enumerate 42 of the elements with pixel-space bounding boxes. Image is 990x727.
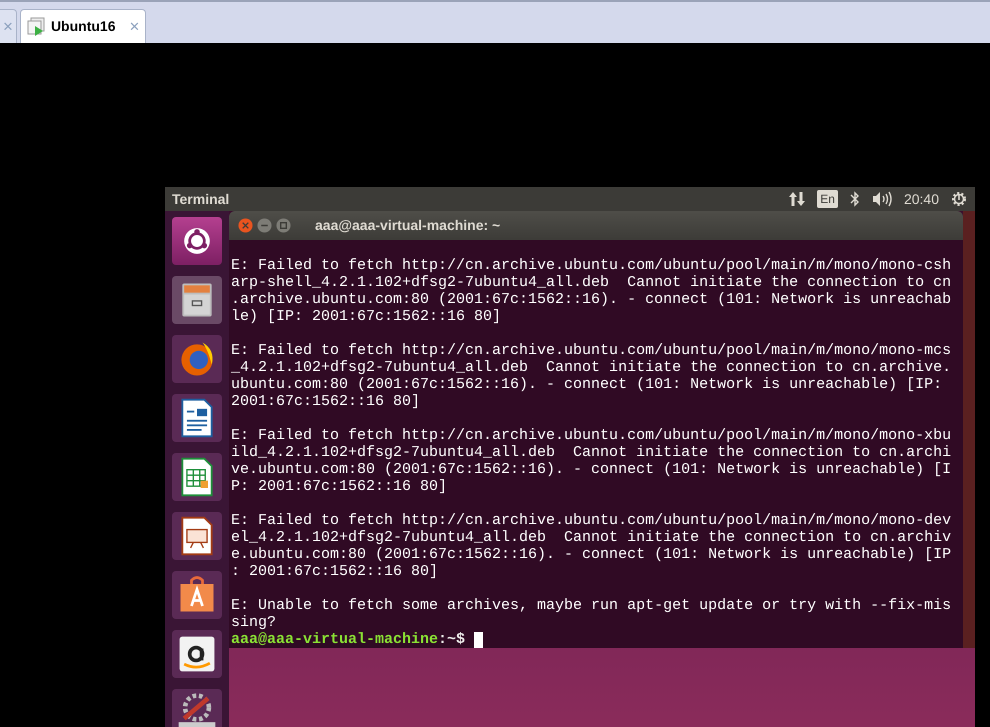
launcher-item[interactable] bbox=[172, 630, 222, 678]
close-icon[interactable] bbox=[238, 218, 253, 233]
launcher-item[interactable] bbox=[172, 512, 222, 560]
terminal-output-line: E: Failed to fetch http://cn.archive.ubuntu.com/ubuntu/pool/main/m/mono/mono-dev bbox=[231, 512, 952, 529]
terminal-output-line: ild_4.2.1.102+dfsg2-7ubuntu4_all.deb Cannot initiate the connection to cn.archi bbox=[231, 444, 952, 461]
terminal-output-line: arp-shell_4.2.1.102+dfsg2-7ubuntu4_all.deb Cannot initiate the connection to cn bbox=[231, 274, 952, 291]
terminal-output-line: sing? bbox=[231, 614, 276, 631]
launcher-item[interactable] bbox=[172, 453, 222, 501]
clock[interactable]: 20:40 bbox=[904, 188, 939, 210]
terminal-output-line: le) [IP: 2001:67c:1562::16 80] bbox=[231, 308, 502, 325]
terminal-output-line: E: Unable to fetch some archives, maybe run apt-get update or try with --fix-mis bbox=[231, 597, 952, 614]
prompt-path: :~$ bbox=[438, 631, 466, 648]
minimize-icon[interactable] bbox=[257, 218, 272, 233]
volume-icon[interactable] bbox=[872, 191, 892, 207]
terminal-output-line: .archive.ubuntu.com:80 (2001:67c:1562::16). - connect (101: Network is unreachab bbox=[231, 291, 952, 308]
gear-icon[interactable] bbox=[951, 191, 967, 207]
app-title: Terminal bbox=[172, 190, 230, 208]
terminal-output-line: 2001:67c:1562::16 80] bbox=[231, 393, 420, 410]
tab-label: Ubuntu16 bbox=[50, 17, 116, 36]
terminal-output-line: : 2001:67c:1562::16 80] bbox=[231, 563, 438, 580]
launcher-item[interactable] bbox=[172, 394, 222, 442]
network-arrows-icon[interactable] bbox=[789, 191, 806, 207]
vm-running-icon bbox=[26, 16, 47, 36]
terminal-output-line: e.ubuntu.com:80 (2001:67c:1562::16). - connect (101: Network is unreachable) [IP bbox=[231, 546, 952, 563]
terminal-output-line: ve.ubuntu.com:80 (2001:67c:1562::16). - connect (101: Network is unreachable) [I bbox=[231, 461, 952, 478]
terminal-output-line: ubuntu.com:80 (2001:67c:1562::16). - connect (101: Network is unreachable) [IP: bbox=[231, 376, 942, 393]
terminal-output-line: P: 2001:67c:1562::16 80] bbox=[231, 478, 448, 495]
terminal-output-line: E: Failed to fetch http://cn.archive.ubuntu.com/ubuntu/pool/main/m/mono/mono-mcs bbox=[231, 342, 952, 359]
terminal-output-line: E: Failed to fetch http://cn.archive.ubuntu.com/ubuntu/pool/main/m/mono/mono-xbu bbox=[231, 427, 952, 444]
launcher-item[interactable] bbox=[172, 571, 222, 619]
terminal-output-line: _4.2.1.102+dfsg2-7ubuntu4_all.deb Cannot initiate the connection to cn.archive. bbox=[231, 359, 952, 376]
maximize-icon[interactable] bbox=[276, 218, 291, 233]
window-tab[interactable]: Ubuntu16 × bbox=[20, 9, 146, 43]
launcher-item[interactable] bbox=[172, 689, 222, 727]
launcher-item[interactable] bbox=[172, 217, 222, 265]
text-cursor bbox=[474, 632, 484, 648]
bluetooth-icon[interactable] bbox=[850, 191, 860, 207]
keyboard-indicator[interactable]: En bbox=[817, 190, 838, 208]
window-title: aaa@aaa-virtual-machine: ~ bbox=[315, 216, 500, 235]
terminal-output-line: E: Failed to fetch http://cn.archive.ubuntu.com/ubuntu/pool/main/m/mono/mono-csh bbox=[231, 257, 952, 274]
terminal-output-line: el_4.2.1.102+dfsg2-7ubuntu4_all.deb Cannot initiate the connection to cn.archiv bbox=[231, 529, 952, 546]
prompt-user-host: aaa@aaa-virtual-machine bbox=[231, 631, 438, 648]
